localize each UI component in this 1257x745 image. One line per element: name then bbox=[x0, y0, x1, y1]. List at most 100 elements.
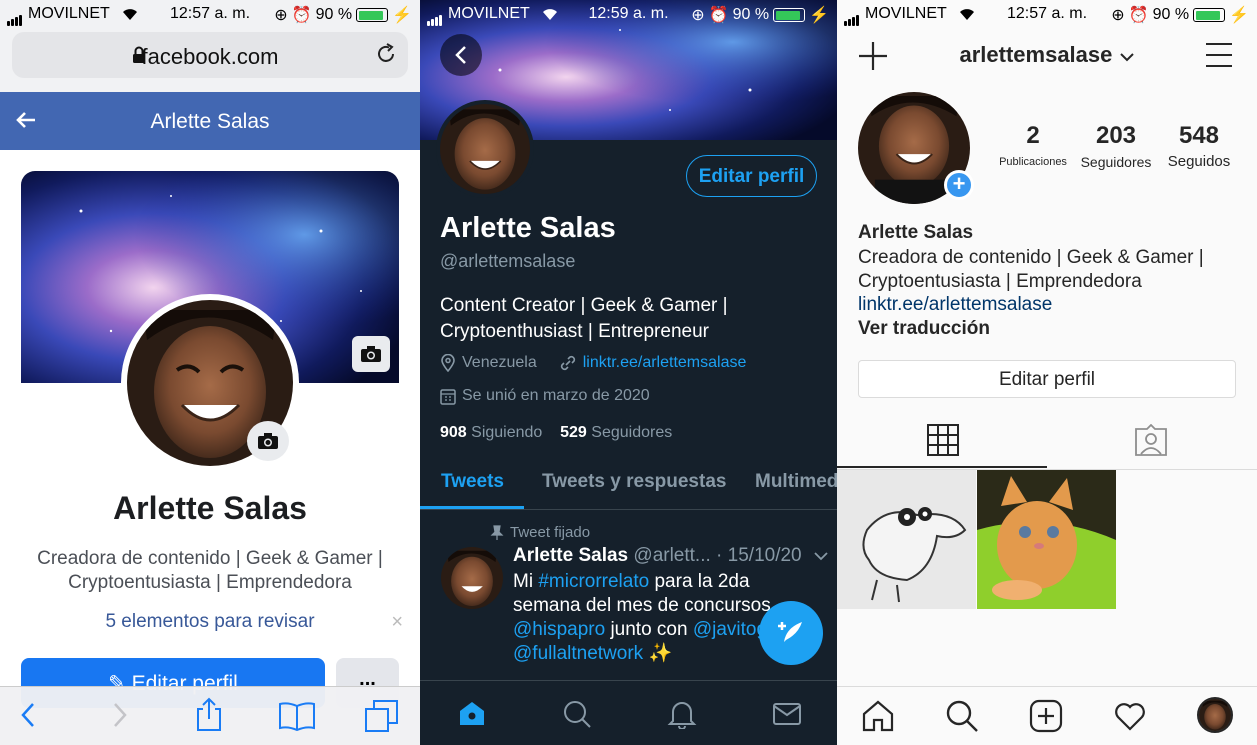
menu-icon[interactable] bbox=[1205, 42, 1233, 68]
back-icon[interactable] bbox=[440, 34, 482, 76]
follow-counts: 908 Siguiendo 529 Seguidores bbox=[440, 424, 672, 442]
nav-forward-icon[interactable] bbox=[110, 701, 130, 729]
alarm-icon: ⏰ bbox=[291, 7, 312, 24]
followers-label[interactable]: Seguidores bbox=[591, 424, 672, 441]
location: Venezuela bbox=[462, 354, 537, 371]
status-bar: MOVILNET 12:57 a. m. ⊕ ⏰ 90 % ⚡ bbox=[0, 0, 420, 28]
compose-icon[interactable] bbox=[759, 601, 823, 665]
profile-tabs: Tweets Tweets y respuestas Multimed bbox=[420, 456, 837, 510]
edit-profile-button[interactable]: Editar perfil bbox=[686, 155, 817, 197]
alarm-icon: ⏰ bbox=[708, 7, 729, 24]
tweet-author[interactable]: Arlette Salas bbox=[513, 545, 628, 566]
tagged-icon[interactable] bbox=[1135, 424, 1167, 456]
chevron-down-icon[interactable] bbox=[813, 551, 829, 561]
following-count: 548 bbox=[1178, 122, 1220, 149]
lock-rotation-icon: ⊕ bbox=[274, 7, 288, 24]
following-stat[interactable]: 548 Seguidos bbox=[1161, 122, 1237, 170]
battery-icon bbox=[356, 8, 389, 22]
search-icon[interactable] bbox=[562, 699, 592, 729]
mail-icon[interactable] bbox=[772, 699, 802, 729]
following-label: Seguidos bbox=[1167, 153, 1231, 170]
profile-tabs bbox=[837, 414, 1257, 470]
battery-percent: 90 % bbox=[315, 6, 353, 23]
battery-percent: 90 % bbox=[732, 6, 770, 23]
mention-link[interactable]: @javitog bbox=[693, 619, 767, 640]
close-icon[interactable]: × bbox=[391, 611, 403, 634]
followers-stat[interactable]: 203 Seguidores bbox=[1077, 122, 1155, 170]
posts-stat[interactable]: 2 Publicaciones bbox=[995, 122, 1071, 168]
active-tab-indicator bbox=[420, 506, 524, 509]
profile-name: Arlette Salas bbox=[858, 222, 974, 243]
profile-camera-icon[interactable] bbox=[247, 421, 289, 461]
charging-icon: ⚡ bbox=[1229, 7, 1249, 24]
add-post-icon[interactable] bbox=[1029, 699, 1063, 733]
hashtag-link[interactable]: #microrrelato bbox=[538, 571, 649, 592]
mention-link[interactable]: @hispapro bbox=[513, 619, 605, 640]
add-story-badge[interactable]: + bbox=[944, 170, 974, 200]
calendar-icon bbox=[440, 388, 456, 405]
home-icon[interactable] bbox=[457, 699, 487, 727]
pinned-label-row: Tweet fijado bbox=[490, 524, 590, 541]
status-bar: MOVILNET 12:59 a. m. ⊕ ⏰ 90 % ⚡ bbox=[420, 0, 837, 28]
profile-tab-avatar[interactable] bbox=[1197, 697, 1233, 733]
username: arlettemsalase bbox=[959, 42, 1113, 67]
profile-handle: @arlettemsalase bbox=[440, 251, 576, 271]
grid-icon[interactable] bbox=[927, 424, 959, 456]
profile-bio: Content Creator | Geek & Gamer | Cryptoe… bbox=[440, 295, 728, 342]
page-title: Arlette Salas bbox=[150, 110, 270, 133]
pinned-label: Tweet fijado bbox=[510, 524, 591, 541]
followers-count: 203 bbox=[1095, 122, 1137, 149]
browser-toolbar bbox=[0, 686, 420, 745]
tweet-header: Arlette Salas @arlett... · 15/10/20 bbox=[513, 545, 829, 567]
nav-back-icon[interactable] bbox=[18, 701, 38, 729]
joined-row: Se unió en marzo de 2020 bbox=[440, 387, 650, 405]
search-icon[interactable] bbox=[945, 699, 979, 733]
edit-profile-button[interactable]: Editar perfil bbox=[858, 360, 1236, 398]
share-icon[interactable] bbox=[194, 697, 224, 733]
charging-icon: ⚡ bbox=[809, 7, 829, 24]
charging-icon: ⚡ bbox=[392, 7, 412, 24]
mention-link[interactable]: @fullaltnetwork bbox=[513, 643, 643, 664]
profile-link[interactable]: linktr.ee/arlettemsalase bbox=[858, 294, 1052, 316]
following-count[interactable]: 908 bbox=[440, 424, 467, 441]
profile-meta: Venezuela linktr.ee/arlettemsalase bbox=[440, 354, 746, 372]
tweet-avatar[interactable] bbox=[441, 547, 503, 609]
following-label[interactable]: Siguiendo bbox=[471, 424, 542, 441]
review-items-link[interactable]: 5 elementos para revisar bbox=[0, 611, 420, 633]
avatar[interactable] bbox=[436, 100, 534, 198]
address-bar[interactable]: facebook.com bbox=[12, 32, 408, 78]
posts-label: Publicaciones bbox=[999, 156, 1067, 168]
joined-date: Se unió en marzo de 2020 bbox=[462, 387, 650, 404]
profile-link[interactable]: linktr.ee/arlettemsalase bbox=[583, 354, 747, 372]
status-bar: MOVILNET 12:57 a. m. ⊕ ⏰ 90 % ⚡ bbox=[837, 0, 1257, 28]
location-icon bbox=[441, 354, 455, 372]
username-header[interactable]: arlettemsalase bbox=[837, 42, 1257, 68]
tab-tweets-and-replies[interactable]: Tweets y respuestas bbox=[542, 471, 726, 493]
battery-icon bbox=[1193, 8, 1226, 22]
sparkles-emoji: ✨ bbox=[648, 643, 673, 664]
facebook-panel: MOVILNET 12:57 a. m. ⊕ ⏰ 90 % ⚡ facebook… bbox=[0, 0, 420, 745]
tab-media[interactable]: Multimed bbox=[755, 471, 837, 493]
twitter-panel: MOVILNET 12:59 a. m. ⊕ ⏰ 90 % ⚡ Editar p… bbox=[420, 0, 837, 745]
pin-icon bbox=[490, 524, 504, 540]
url-text: facebook.com bbox=[141, 44, 279, 69]
bell-icon[interactable] bbox=[667, 699, 697, 729]
reload-icon[interactable] bbox=[374, 42, 398, 66]
post-thumbnail[interactable] bbox=[977, 470, 1116, 609]
heart-icon[interactable] bbox=[1113, 699, 1147, 733]
battery-percent: 90 % bbox=[1152, 6, 1190, 23]
cover-camera-icon[interactable] bbox=[352, 336, 390, 372]
link-icon bbox=[560, 355, 575, 371]
instagram-panel: MOVILNET 12:57 a. m. ⊕ ⏰ 90 % ⚡ arlettem… bbox=[837, 0, 1257, 745]
home-icon[interactable] bbox=[861, 699, 895, 733]
chevron-down-icon bbox=[1119, 53, 1134, 62]
tweet-text-part: Mi bbox=[513, 571, 539, 592]
see-translation-link[interactable]: Ver traducción bbox=[858, 318, 990, 340]
followers-count[interactable]: 529 bbox=[560, 424, 587, 441]
battery-icon bbox=[773, 8, 806, 22]
post-thumbnail[interactable] bbox=[837, 470, 976, 609]
active-tab-indicator bbox=[837, 466, 1047, 468]
tabs-icon[interactable] bbox=[364, 699, 400, 733]
bookmarks-icon[interactable] bbox=[278, 701, 316, 731]
tab-tweets[interactable]: Tweets bbox=[441, 471, 504, 493]
